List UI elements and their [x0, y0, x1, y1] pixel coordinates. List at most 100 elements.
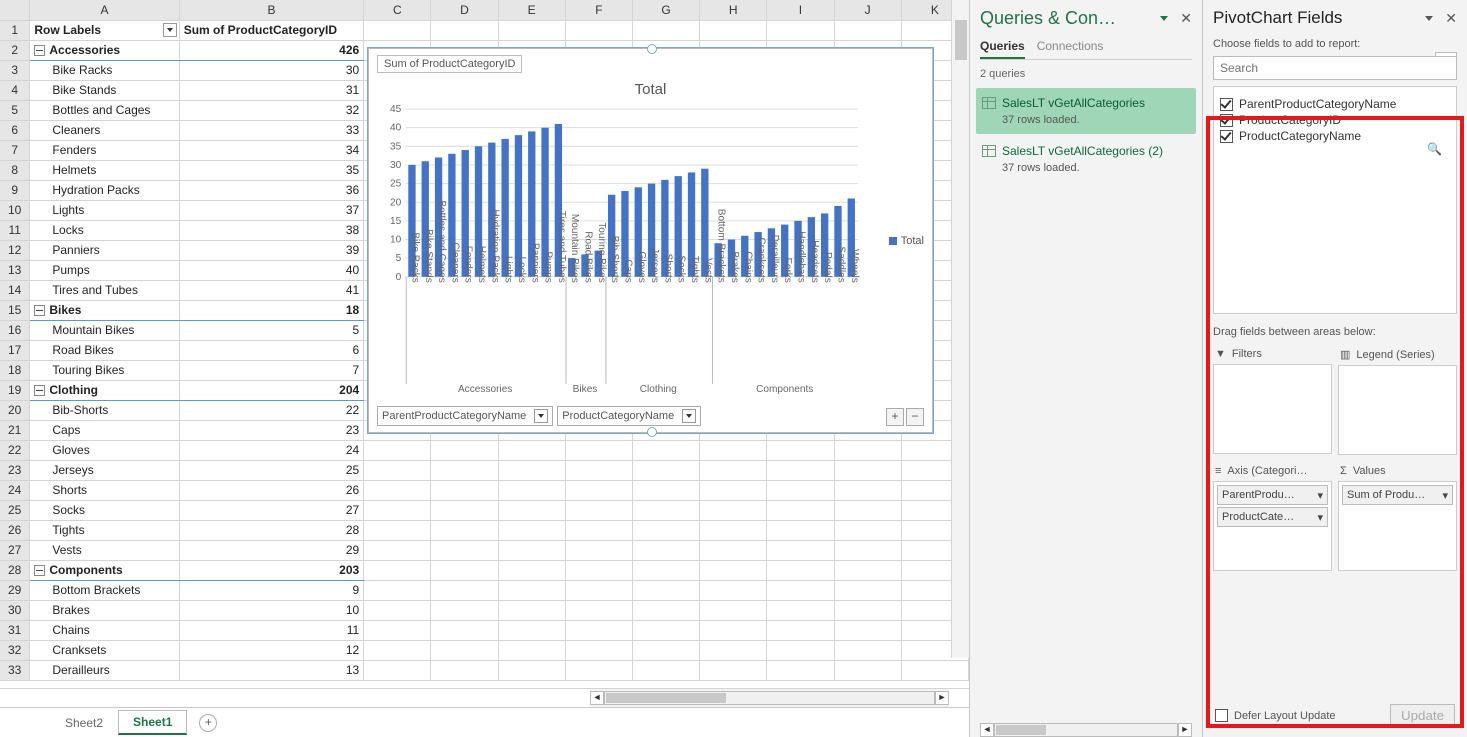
tab-connections[interactable]: Connections	[1037, 39, 1104, 59]
cell[interactable]	[767, 560, 834, 580]
cell[interactable]	[431, 660, 498, 680]
column-header-D[interactable]: D	[431, 0, 498, 20]
cell[interactable]	[700, 640, 767, 660]
chevron-down-icon[interactable]	[1425, 16, 1433, 21]
pivot-item-row[interactable]: Bike Racks	[30, 60, 179, 80]
cell[interactable]	[834, 620, 901, 640]
cell[interactable]	[632, 560, 699, 580]
cell[interactable]	[632, 500, 699, 520]
pivot-item-row[interactable]: Jerseys	[30, 460, 179, 480]
chart-filter-parent-category[interactable]: ParentProductCategoryName	[377, 406, 553, 426]
cell[interactable]	[700, 440, 767, 460]
cell[interactable]	[431, 480, 498, 500]
cell[interactable]	[834, 480, 901, 500]
pivot-item-row[interactable]: Locks	[30, 220, 179, 240]
cell[interactable]	[632, 620, 699, 640]
row-header[interactable]: 5	[0, 100, 30, 120]
cell[interactable]	[498, 500, 565, 520]
column-header-H[interactable]: H	[700, 0, 767, 20]
pivot-item-row[interactable]: Vests	[30, 540, 179, 560]
cell[interactable]	[767, 460, 834, 480]
pivot-item-row[interactable]: Cranksets	[30, 640, 179, 660]
field-checkbox-row[interactable]: ProductCategoryName	[1220, 129, 1450, 143]
cell[interactable]	[767, 540, 834, 560]
axis-field-pill[interactable]: ParentProdu…▾	[1217, 485, 1328, 505]
cell[interactable]	[565, 500, 632, 520]
cell[interactable]	[565, 580, 632, 600]
cell[interactable]	[364, 460, 431, 480]
collapse-icon[interactable]	[34, 565, 45, 576]
cell[interactable]	[700, 660, 767, 680]
pivot-category-row[interactable]: Bikes	[30, 300, 179, 320]
row-header[interactable]: 7	[0, 140, 30, 160]
sheet-tab-sheet1[interactable]: Sheet1	[118, 710, 187, 735]
pivot-category-row[interactable]: Accessories	[30, 40, 179, 60]
cell[interactable]	[767, 640, 834, 660]
cell[interactable]	[565, 460, 632, 480]
cell[interactable]	[498, 580, 565, 600]
row-header[interactable]: 27	[0, 540, 30, 560]
cell[interactable]	[700, 620, 767, 640]
row-header[interactable]: 19	[0, 380, 30, 400]
row-header[interactable]: 9	[0, 180, 30, 200]
column-header-E[interactable]: E	[498, 0, 565, 20]
worksheet-area[interactable]: ABCDEFGHIJK1Row LabelsSum of ProductCate…	[0, 0, 970, 737]
pivot-item-row[interactable]: Tights	[30, 520, 179, 540]
cell[interactable]	[700, 600, 767, 620]
row-header[interactable]: 1	[0, 20, 30, 40]
cell[interactable]	[364, 620, 431, 640]
cell[interactable]	[565, 640, 632, 660]
row-header[interactable]: 12	[0, 240, 30, 260]
column-header-C[interactable]: C	[364, 0, 431, 20]
pivot-item-row[interactable]: Tires and Tubes	[30, 280, 179, 300]
row-header[interactable]: 15	[0, 300, 30, 320]
pivot-item-row[interactable]: Chains	[30, 620, 179, 640]
row-header[interactable]: 23	[0, 460, 30, 480]
field-checkbox-row[interactable]: ProductCategoryID	[1220, 113, 1450, 127]
column-header-F[interactable]: F	[565, 0, 632, 20]
cell[interactable]	[498, 440, 565, 460]
collapse-icon[interactable]	[34, 385, 45, 396]
row-header[interactable]: 14	[0, 280, 30, 300]
query-item[interactable]: SalesLT vGetAllCategories (2)37 rows loa…	[976, 136, 1196, 182]
cell[interactable]	[632, 660, 699, 680]
row-header[interactable]: 8	[0, 160, 30, 180]
cell[interactable]	[498, 600, 565, 620]
pivot-item-row[interactable]: Brakes	[30, 600, 179, 620]
cell[interactable]	[364, 660, 431, 680]
cell[interactable]	[431, 600, 498, 620]
fields-list[interactable]: ParentProductCategoryName ProductCategory…	[1213, 86, 1457, 314]
cell[interactable]	[431, 520, 498, 540]
cell[interactable]	[364, 480, 431, 500]
row-header[interactable]: 10	[0, 200, 30, 220]
area-legend-dropzone[interactable]	[1338, 365, 1457, 455]
cell[interactable]	[767, 580, 834, 600]
pivot-item-row[interactable]: Caps	[30, 420, 179, 440]
cell[interactable]	[431, 20, 498, 40]
cell[interactable]	[498, 540, 565, 560]
row-header[interactable]: 33	[0, 660, 30, 680]
cell[interactable]	[364, 640, 431, 660]
pivot-item-row[interactable]: Bottom Brackets	[30, 580, 179, 600]
tab-queries[interactable]: Queries	[980, 39, 1025, 59]
checkbox-icon[interactable]	[1220, 130, 1233, 143]
pivot-item-row[interactable]: Gloves	[30, 440, 179, 460]
row-header[interactable]: 2	[0, 40, 30, 60]
cell[interactable]	[632, 540, 699, 560]
cell[interactable]	[565, 620, 632, 640]
pivot-item-row[interactable]: Bottles and Cages	[30, 100, 179, 120]
pivot-item-row[interactable]: Cleaners	[30, 120, 179, 140]
area-values-dropzone[interactable]: Sum of Produ…▾	[1338, 481, 1457, 571]
cell[interactable]	[700, 20, 767, 40]
field-checkbox-row[interactable]: ParentProductCategoryName	[1220, 97, 1450, 111]
cell[interactable]	[565, 560, 632, 580]
cell[interactable]	[700, 560, 767, 580]
cell[interactable]	[632, 580, 699, 600]
cell[interactable]	[834, 600, 901, 620]
row-header[interactable]: 17	[0, 340, 30, 360]
collapse-icon[interactable]	[34, 45, 45, 56]
add-sheet-button[interactable]: +	[199, 714, 217, 732]
pivot-chart[interactable]: Sum of ProductCategoryID Total 051015202…	[368, 48, 933, 433]
pivot-item-row[interactable]: Fenders	[30, 140, 179, 160]
cell[interactable]	[700, 460, 767, 480]
